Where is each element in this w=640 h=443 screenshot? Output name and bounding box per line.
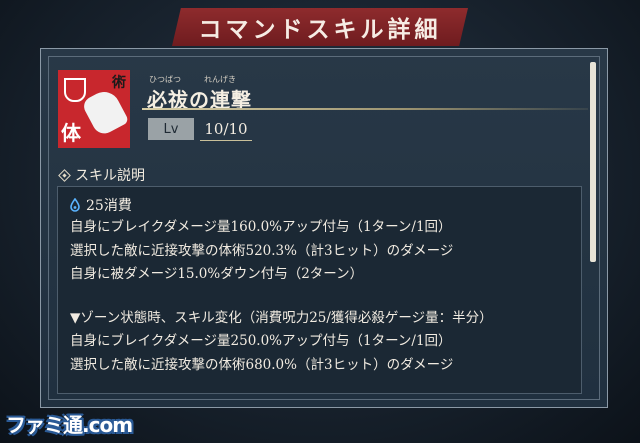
- description-line: 自身にブレイクダメージ量160.0%アップ付与（1ターン/1回）: [70, 219, 452, 235]
- watermark-logo: ファミ通.com: [6, 413, 133, 437]
- cost-text: 25消費: [86, 198, 132, 214]
- zone-description-line: 自身にブレイクダメージ量250.0%アップ付与（1ターン/1回）: [70, 333, 452, 349]
- zone-description-line: ▼ゾーン状態時、スキル変化（消費呪力25/獲得必殺ゲージ量：半分）: [70, 309, 493, 326]
- description-line: 選択した敵に近接攻撃の体術520.3%（計3ヒット）のダメージ: [70, 242, 454, 259]
- level-value: 10/10: [200, 118, 252, 141]
- icon-kanji-top: 術: [112, 75, 126, 91]
- section-label-text: スキル説明: [75, 168, 145, 184]
- fist-icon: [80, 86, 130, 138]
- diamond-icon: [58, 168, 71, 182]
- cost-row: 25消費: [70, 194, 581, 216]
- page-title: コマンドスキル詳細: [198, 16, 442, 43]
- title-banner: コマンドスキル詳細: [172, 8, 468, 46]
- skill-name-underline: [142, 108, 588, 110]
- level-label: Lv: [148, 118, 194, 140]
- zone-description-line: 選択した敵に近接攻撃の体術680.0%（計3ヒット）のダメージ: [70, 356, 454, 373]
- scrollbar-thumb[interactable]: [590, 62, 596, 262]
- shield-emblem-icon: [64, 78, 86, 102]
- skill-description-box[interactable]: 25消費 自身にブレイクダメージ量160.0%アップ付与（1ターン/1回） 選択…: [57, 186, 582, 394]
- icon-kanji-bottom: 体: [61, 121, 81, 145]
- strike-fist-icon: 術 体: [58, 70, 130, 148]
- description-gap: [70, 287, 581, 307]
- skill-description-heading: スキル説明: [58, 165, 145, 185]
- description-line: 自身に被ダメージ15.0%ダウン付与（2ターン）: [70, 266, 364, 282]
- spirit-drop-icon: [70, 198, 80, 212]
